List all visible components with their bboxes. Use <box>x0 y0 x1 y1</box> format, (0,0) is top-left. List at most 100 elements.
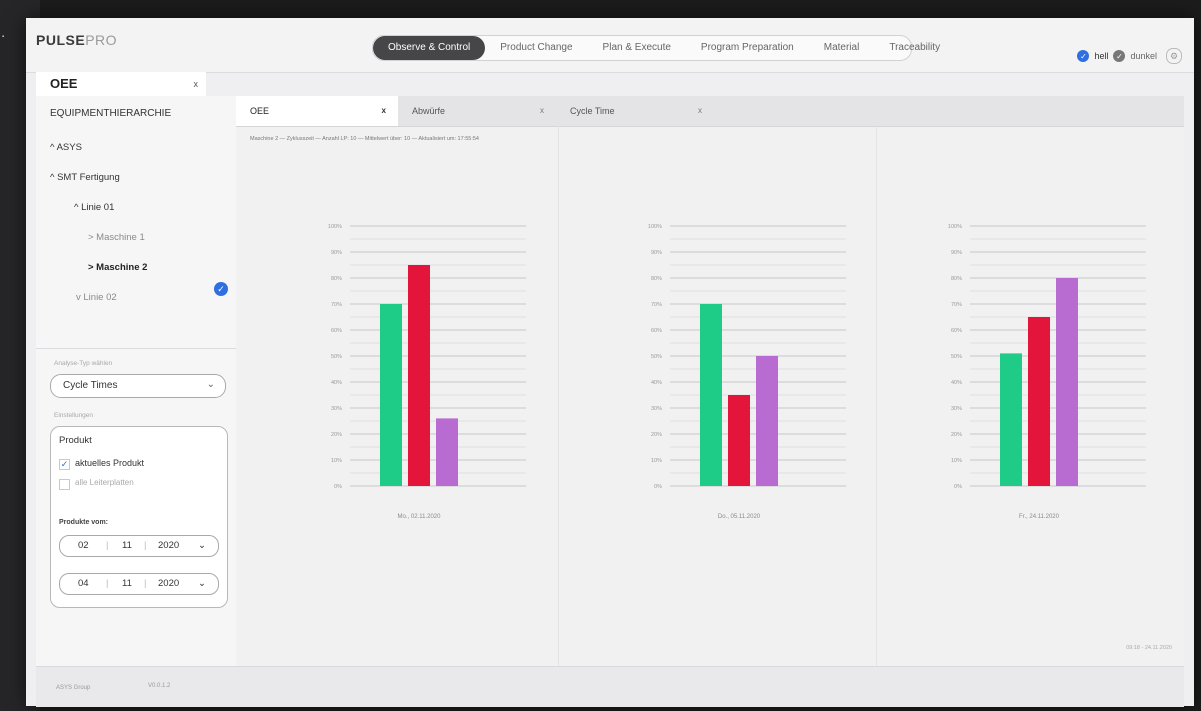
footer-date: 09:18 - 24.11.2020 <box>1126 645 1172 651</box>
sidebar: EQUIPMENTHIERARCHIE ^ ASYS ^ SMT Fertigu… <box>36 96 237 666</box>
panel-separator <box>876 126 877 666</box>
theme-light-label: hell <box>1094 51 1109 61</box>
y-tick-label: 40% <box>651 380 662 386</box>
tab-oee-close-icon[interactable]: x <box>382 106 386 115</box>
tab-abwuerfe[interactable]: Abwürfe x <box>398 96 556 126</box>
date-to-year: 2020 <box>158 578 180 589</box>
tab-oee-label: OEE <box>250 106 270 116</box>
date-to-month: 11 <box>122 578 132 589</box>
bar <box>408 265 430 486</box>
equipment-hierarchy-heading: EQUIPMENTHIERARCHIE <box>50 108 172 119</box>
y-tick-label: 100% <box>328 224 342 230</box>
logo-main: PULSE <box>36 32 86 48</box>
checkbox-current-product[interactable]: ✓ <box>59 459 70 470</box>
tree-item-linie-01[interactable]: ^ Linie 01 <box>74 202 114 213</box>
checkbox-all-pcbs-label: alle Leiterplatten <box>75 478 134 487</box>
product-settings-box: Produkt ✓ aktuelles Produkt alle Leiterp… <box>50 426 228 608</box>
footer-company: ASYS Group <box>56 685 91 691</box>
footer: ASYS Group V0.0.1.2 09:18 - 24.11.2020 <box>36 645 1184 707</box>
y-tick-label: 40% <box>331 380 342 386</box>
bar <box>1028 317 1050 486</box>
oee-chart-2: 0% 10% 20% 30% 40% 50% 60% 70% 80% 90% 100% Do., 05… <box>648 224 846 520</box>
app-window: PULSEPRO Observe & Control Product Chang… <box>26 18 1194 707</box>
nav-traceability[interactable]: Traceability <box>874 36 955 60</box>
bar <box>436 418 458 486</box>
y-tick-label: 90% <box>951 250 962 256</box>
y-tick-label: 100% <box>948 224 962 230</box>
nav-observe-control[interactable]: Observe & Control <box>373 36 486 60</box>
nav-material[interactable]: Material <box>809 36 875 60</box>
tab-abwuerfe-label: Abwürfe <box>412 106 446 116</box>
y-tick-label: 50% <box>331 354 342 360</box>
y-tick-label: 80% <box>951 276 962 282</box>
theme-dark-radio[interactable]: ✓ <box>1113 50 1126 62</box>
bar <box>700 304 722 486</box>
theme-dark-label: dunkel <box>1130 51 1157 61</box>
settings-gear-icon[interactable]: ⚙ <box>1166 48 1182 64</box>
nav-product-change[interactable]: Product Change <box>485 36 587 60</box>
y-tick-label: 10% <box>331 458 342 464</box>
y-tick-label: 0% <box>334 484 342 490</box>
date-from-year: 2020 <box>158 540 180 551</box>
tab-cycle-time-label: Cycle Time <box>570 106 615 116</box>
y-tick-label: 30% <box>651 406 662 412</box>
y-tick-label: 80% <box>651 276 662 282</box>
date-separator: | <box>106 540 109 551</box>
checkbox-current-product-label: aktuelles Produkt <box>75 458 145 468</box>
view-tab-title: OEE <box>50 76 78 91</box>
main-nav: Observe & Control Product Change Plan & … <box>372 35 940 61</box>
products-from-label: Produkte vom: <box>59 519 109 526</box>
y-tick-label: 30% <box>951 406 962 412</box>
nav-program-preparation[interactable]: Program Preparation <box>686 36 809 60</box>
tab-cycle-time[interactable]: Cycle Time x <box>556 96 714 126</box>
view-tab-close-icon[interactable]: x <box>194 79 199 89</box>
view-tab-oee[interactable]: OEE x <box>36 72 206 97</box>
date-separator: | <box>144 578 147 589</box>
bar <box>728 395 750 486</box>
y-tick-label: 20% <box>651 432 662 438</box>
date-to-picker[interactable]: 04 | 11 | 2020 ⌄ <box>59 573 219 595</box>
analysis-type-select[interactable]: Cycle Times ⌄ <box>50 374 226 398</box>
tree-item-smt-fertigung[interactable]: ^ SMT Fertigung <box>50 172 120 183</box>
theme-light-radio[interactable]: ✓ <box>1077 50 1090 62</box>
tab-cycle-time-close-icon[interactable]: x <box>698 106 702 115</box>
bar <box>1000 353 1022 486</box>
chart-tabs: OEE x Abwürfe x Cycle Time x <box>236 96 1184 127</box>
main-panel: OEE x Abwürfe x Cycle Time x Maschine 2 … <box>236 96 1184 666</box>
analysis-type-label: Analyse-Typ wählen <box>54 360 113 367</box>
chevron-down-icon: ⌄ <box>206 379 215 390</box>
settings-label: Einstellungen <box>54 412 94 419</box>
chart-info-line: Maschine 2 — Zyklusszeit — Anzahl LP: 10… <box>250 136 479 142</box>
date-from-picker[interactable]: 02 | 11 | 2020 ⌄ <box>59 535 219 557</box>
y-tick-label: 10% <box>951 458 962 464</box>
bar <box>1056 278 1078 486</box>
bar <box>756 356 778 486</box>
y-tick-label: 80% <box>331 276 342 282</box>
oee-chart-1: 0% 10% 20% 30% 40% 50% 60% 70% 80% 90% 100% Mo., 02… <box>328 224 526 520</box>
y-tick-label: 100% <box>648 224 662 230</box>
y-tick-label: 60% <box>331 328 342 334</box>
oee-chart-3: 0% 10% 20% 30% 40% 50% 60% 70% 80% 90% 100% Fr., 24… <box>948 224 1146 520</box>
footer-version: V0.0.1.2 <box>148 683 171 689</box>
tree-item-maschine-1[interactable]: > Maschine 1 <box>88 232 145 243</box>
y-tick-label: 90% <box>651 250 662 256</box>
nav-plan-execute[interactable]: Plan & Execute <box>588 36 686 60</box>
selected-check-icon: ✓ <box>214 282 228 296</box>
date-separator: | <box>144 540 147 551</box>
y-tick-label: 70% <box>951 302 962 308</box>
tab-abwuerfe-close-icon[interactable]: x <box>540 106 544 115</box>
y-tick-label: 50% <box>651 354 662 360</box>
tree-item-maschine-2[interactable]: > Maschine 2 <box>88 262 147 273</box>
tree-item-linie-02[interactable]: v Linie 02 <box>76 292 117 303</box>
y-tick-label: 0% <box>654 484 662 490</box>
chevron-down-icon: ⌄ <box>198 578 206 589</box>
chevron-down-icon: ⌄ <box>198 540 206 551</box>
tab-oee[interactable]: OEE x <box>236 96 398 126</box>
y-tick-label: 40% <box>951 380 962 386</box>
panel-separator <box>558 126 559 666</box>
top-bar: PULSEPRO Observe & Control Product Chang… <box>26 18 1194 73</box>
checkbox-all-pcbs[interactable] <box>59 479 70 490</box>
theme-switch: ✓ hell ✓ dunkel ⚙ <box>1077 48 1182 64</box>
tree-item-asys[interactable]: ^ ASYS <box>50 142 82 153</box>
y-tick-label: 90% <box>331 250 342 256</box>
